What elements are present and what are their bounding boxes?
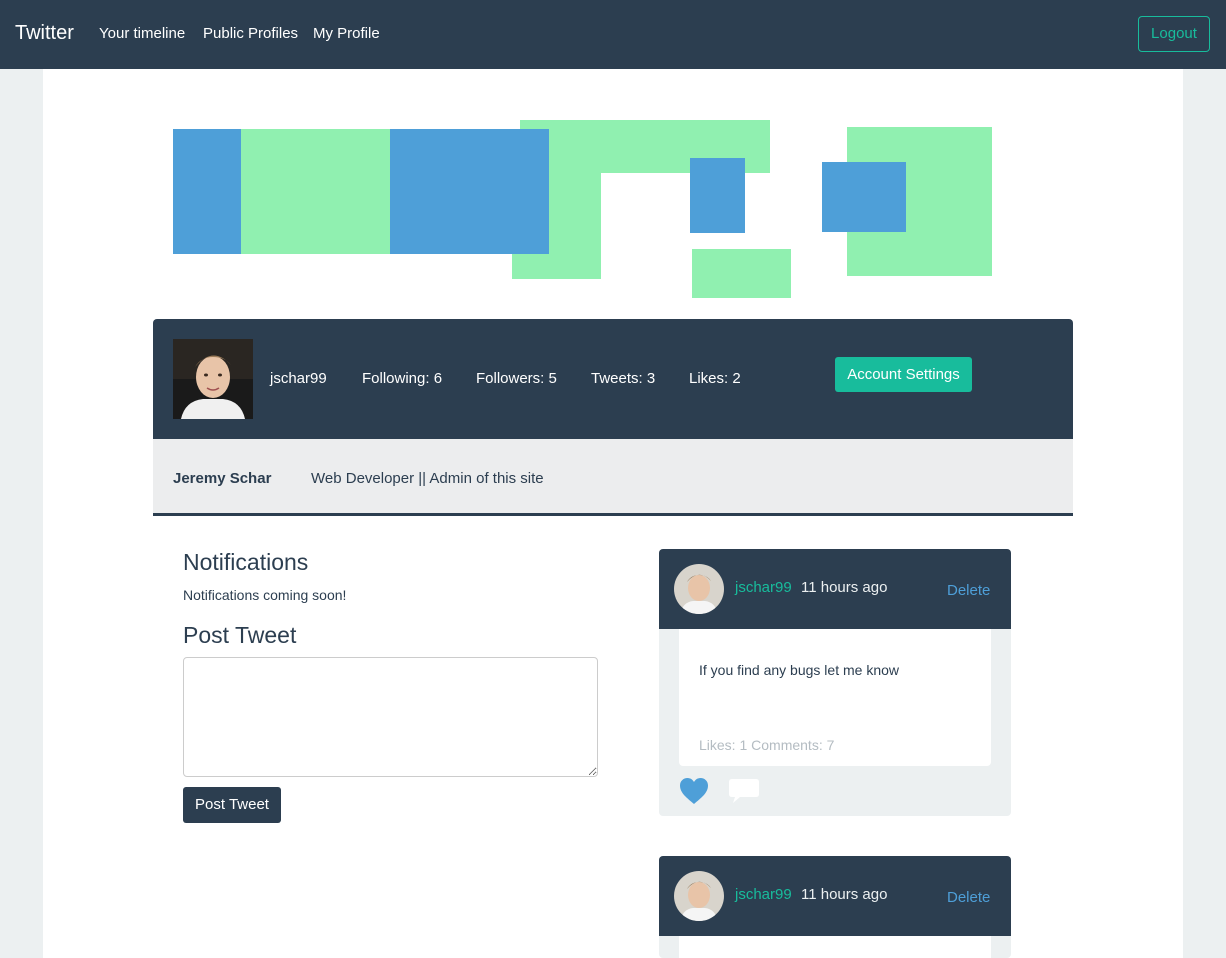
delete-tweet-link[interactable]: Delete [947,889,990,906]
post-tweet-button[interactable]: Post Tweet [183,787,281,823]
nav-your-timeline[interactable]: Your timeline [99,25,185,42]
tweet-header: jschar99 11 hours ago Delete [659,856,1011,936]
followers-count[interactable]: Followers: 5 [476,370,557,387]
nav-my-profile[interactable]: My Profile [313,25,380,42]
post-tweet-heading: Post Tweet [183,622,297,648]
profile-username[interactable]: jschar99 [270,370,327,387]
heart-icon[interactable] [679,777,709,805]
notifications-text: Notifications coming soon! [183,587,347,603]
tweet-body [679,936,991,958]
profile-bar: jschar99 Following: 6 Followers: 5 Tweet… [153,319,1073,439]
tweet-username[interactable]: jschar99 [735,886,792,903]
tweet-avatar[interactable] [674,871,724,921]
account-settings-button[interactable]: Account Settings [835,357,972,392]
tweet-card: jschar99 11 hours ago Delete [659,856,1011,958]
avatar[interactable] [173,339,253,419]
comment-icon[interactable] [728,777,760,805]
brand-logo[interactable]: Twitter [15,22,74,45]
tweet-header: jschar99 11 hours ago Delete [659,549,1011,629]
tweet-meta: Likes: 1 Comments: 7 [699,737,835,753]
tweet-username[interactable]: jschar99 [735,579,792,596]
tweets-count: Tweets: 3 [591,370,656,387]
logout-button[interactable]: Logout [1138,16,1210,52]
tweet-timestamp: 11 hours ago [801,579,888,596]
tweet-body: If you find any bugs let me know Likes: … [679,629,991,766]
tweet-card: jschar99 11 hours ago Delete If you find… [659,549,1011,816]
likes-count: Likes: 2 [689,370,741,387]
tweet-text: If you find any bugs let me know [699,662,899,678]
tweet-avatar[interactable] [674,564,724,614]
delete-tweet-link[interactable]: Delete [947,582,990,599]
following-count[interactable]: Following: 6 [362,370,442,387]
navbar: Twitter Your timeline Public Profiles My… [0,0,1226,69]
bio-bar: Jeremy Schar Web Developer || Admin of t… [153,439,1073,516]
notifications-heading: Notifications [183,549,309,575]
tweet-input[interactable] [183,657,598,777]
full-name: Jeremy Schar [173,470,272,487]
bio-text: Web Developer || Admin of this site [311,470,544,487]
tweet-timestamp: 11 hours ago [801,886,888,903]
nav-public-profiles[interactable]: Public Profiles [203,25,298,42]
